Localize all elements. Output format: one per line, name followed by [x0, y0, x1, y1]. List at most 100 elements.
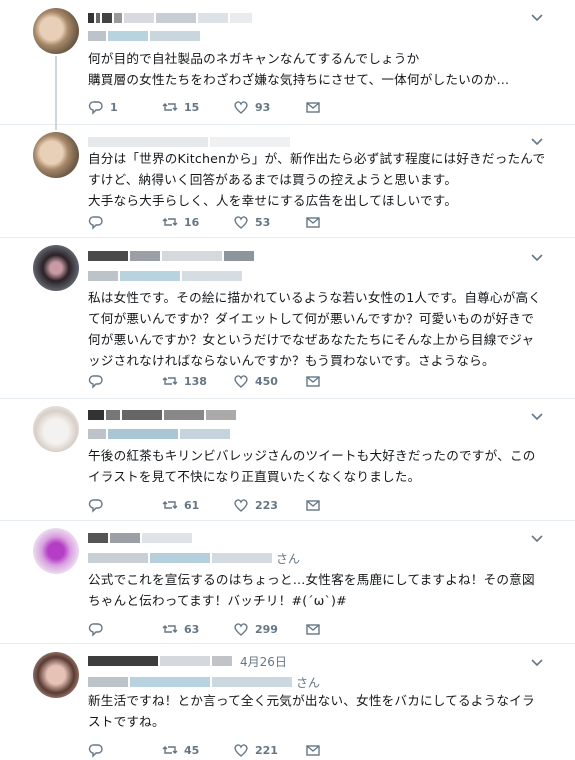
avatar[interactable]: [33, 8, 79, 54]
like-button[interactable]: 299: [233, 619, 278, 639]
dm-button[interactable]: [305, 97, 321, 117]
avatar[interactable]: [33, 406, 79, 452]
retweet-button[interactable]: 16: [162, 212, 199, 232]
like-count: 221: [255, 743, 278, 757]
reply-tweet[interactable]: 午後の紅茶もキリンビバレッジさんのツイートも大好きだったのですが、この イラスト…: [0, 399, 575, 521]
tweet-actions: 1 15 93: [88, 97, 428, 117]
envelope-icon: [306, 217, 320, 228]
avatar[interactable]: [33, 245, 79, 291]
reply-icon: [88, 499, 103, 513]
retweet-count: 45: [184, 743, 200, 757]
dm-button[interactable]: [305, 495, 321, 515]
like-count: 450: [255, 374, 278, 388]
retweet-icon: [162, 377, 178, 385]
reply-button[interactable]: [88, 212, 104, 232]
user-handle-pixelated: [88, 427, 230, 441]
retweet-count: 61: [184, 498, 200, 512]
retweet-icon: [162, 501, 178, 509]
reply-icon: [88, 101, 103, 115]
user-name-pixelated[interactable]: [88, 407, 236, 423]
heart-icon: [234, 101, 248, 114]
reply-icon: [88, 216, 103, 230]
reply-count: 1: [110, 100, 118, 114]
reply-button[interactable]: [88, 371, 104, 391]
heart-icon: [234, 623, 248, 636]
chevron-down-icon[interactable]: [529, 530, 545, 546]
like-button[interactable]: 221: [233, 740, 278, 760]
reply-tweet[interactable]: 4月26日 さん 新生活ですね！とか言って全く元気が出ない、女性をバカにしてるよ…: [0, 644, 575, 760]
avatar[interactable]: [33, 132, 79, 178]
user-handle-pixelated: さん: [88, 551, 301, 566]
dm-button[interactable]: [305, 371, 321, 391]
envelope-icon: [306, 624, 320, 635]
dm-button[interactable]: [305, 619, 321, 639]
retweet-button[interactable]: 63: [162, 619, 199, 639]
user-name-pixelated[interactable]: [88, 530, 192, 546]
envelope-icon: [306, 745, 320, 756]
retweet-button[interactable]: 15: [162, 97, 199, 117]
handle-suffix: さん: [296, 675, 321, 690]
handle-suffix: さん: [276, 551, 301, 566]
chevron-down-icon[interactable]: [529, 408, 545, 424]
reply-button[interactable]: [88, 740, 104, 760]
user-name-pixelated[interactable]: [88, 248, 254, 264]
reply-icon: [88, 744, 103, 758]
like-button[interactable]: 93: [233, 97, 270, 117]
tweet-text: 自分は「世界のKitchenから」が、新作出たら必ず試す程度には好きだったんで …: [88, 151, 546, 208]
user-handle-pixelated: [88, 29, 200, 43]
like-count: 223: [255, 498, 278, 512]
envelope-icon: [306, 102, 320, 113]
avatar[interactable]: [33, 652, 79, 698]
retweet-count: 15: [184, 100, 200, 114]
chevron-down-icon[interactable]: [529, 133, 545, 149]
thread-connector: [55, 56, 57, 130]
reply-button[interactable]: 1: [88, 97, 118, 117]
reply-tweet[interactable]: 自分は「世界のKitchenから」が、新作出たら必ず試す程度には好きだったんで …: [0, 125, 575, 238]
dm-button[interactable]: [305, 740, 321, 760]
envelope-icon: [306, 376, 320, 387]
like-button[interactable]: 450: [233, 371, 278, 391]
retweet-icon: [162, 746, 178, 754]
tweet-actions: 138 450: [88, 371, 428, 391]
heart-icon: [234, 216, 248, 229]
retweet-button[interactable]: 61: [162, 495, 199, 515]
tweet-text: 午後の紅茶もキリンビバレッジさんのツイートも大好きだったのですが、この イラスト…: [88, 448, 536, 484]
like-count: 93: [255, 100, 271, 114]
avatar[interactable]: [33, 528, 79, 574]
like-count: 53: [255, 215, 271, 229]
heart-icon: [234, 744, 248, 757]
dm-button[interactable]: [305, 212, 321, 232]
like-count: 299: [255, 622, 278, 636]
retweet-count: 138: [184, 374, 207, 388]
retweet-count: 16: [184, 215, 200, 229]
tweet-actions: 61 223: [88, 495, 428, 515]
heart-icon: [234, 499, 248, 512]
retweet-icon: [162, 218, 178, 226]
envelope-icon: [306, 500, 320, 511]
like-button[interactable]: 53: [233, 212, 270, 232]
reply-icon: [88, 623, 103, 637]
user-handle-pixelated: さん: [88, 675, 321, 690]
chevron-down-icon[interactable]: [529, 9, 545, 25]
retweet-button[interactable]: 45: [162, 740, 199, 760]
user-handle-pixelated: [88, 269, 242, 283]
tweet-text: 私は女性です。その絵に描かれているような若い女性の1人です。自尊心が高く て何が…: [88, 290, 542, 368]
reply-tweet[interactable]: さん 公式でこれを宣伝するのはちょっと…女性客を馬鹿にしてますよね！その意図 ち…: [0, 521, 575, 644]
heart-icon: [234, 375, 248, 388]
user-name-pixelated[interactable]: [88, 10, 252, 26]
reply-tweet[interactable]: 私は女性です。その絵に描かれているような若い女性の1人です。自尊心が高く て何が…: [0, 238, 575, 399]
user-name-pixelated[interactable]: 4月26日: [88, 653, 287, 669]
like-button[interactable]: 223: [233, 495, 278, 515]
tweet-actions: 45 221: [88, 740, 428, 760]
reply-button[interactable]: [88, 495, 104, 515]
reply-button[interactable]: [88, 619, 104, 639]
retweet-count: 63: [184, 622, 200, 636]
chevron-down-icon[interactable]: [529, 654, 545, 670]
chevron-down-icon[interactable]: [529, 249, 545, 265]
reply-icon: [88, 375, 103, 389]
tweet-text: 何が目的で自社製品のネガキャンなんてするんでしょうか 購買層の女性たちをわざわざ…: [88, 51, 510, 87]
retweet-button[interactable]: 138: [162, 371, 207, 391]
timestamp[interactable]: 4月26日: [240, 653, 287, 670]
tweet-text: 公式でこれを宣伝するのはちょっと…女性客を馬鹿にしてますよね！その意図 ちゃんと…: [88, 572, 535, 608]
reply-tweet[interactable]: 何が目的で自社製品のネガキャンなんてするんでしょうか 購買層の女性たちをわざわざ…: [0, 0, 575, 125]
